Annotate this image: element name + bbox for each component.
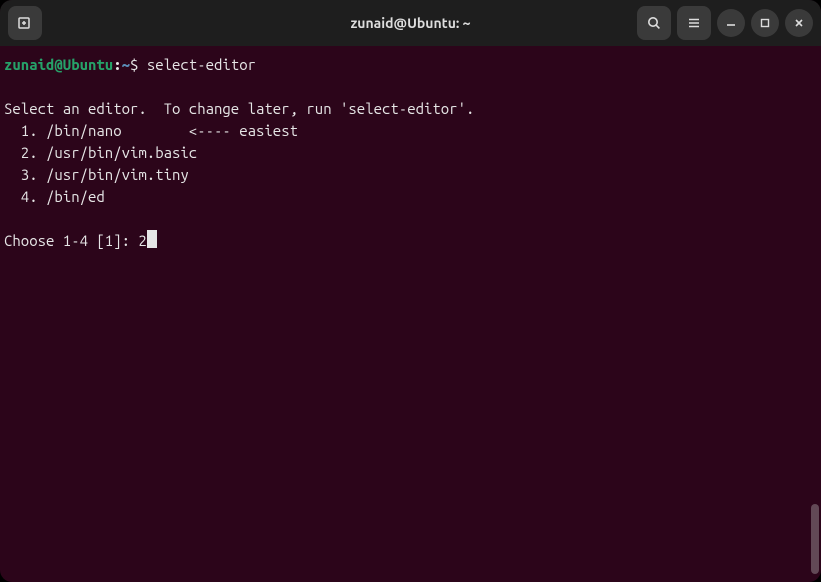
menu-button[interactable] <box>677 6 711 40</box>
terminal-window: zunaid@Ubuntu: ~ <box>0 0 821 582</box>
editor-option-2: 2. /usr/bin/vim.basic <box>4 144 197 161</box>
scrollbar[interactable] <box>811 504 819 574</box>
editor-option-3: 3. /usr/bin/vim.tiny <box>4 166 189 183</box>
user-input: 2 <box>138 232 146 249</box>
prompt-user-host: zunaid@Ubuntu <box>4 56 113 73</box>
prompt-dollar: $ <box>130 56 138 73</box>
choose-prompt: Choose 1-4 [1]: <box>4 232 138 249</box>
search-button[interactable] <box>637 6 671 40</box>
prompt-colon: : <box>113 56 121 73</box>
command-text: select-editor <box>147 56 256 73</box>
new-tab-button[interactable] <box>8 6 42 40</box>
editor-option-4: 4. /bin/ed <box>4 188 105 205</box>
window-title: zunaid@Ubuntu: ~ <box>350 15 470 31</box>
close-button[interactable] <box>785 9 813 37</box>
terminal-body[interactable]: zunaid@Ubuntu:~$ select-editor Select an… <box>0 46 821 582</box>
cursor-icon <box>147 230 157 248</box>
prompt-path: ~ <box>122 56 130 73</box>
maximize-button[interactable] <box>751 9 779 37</box>
minimize-button[interactable] <box>717 9 745 37</box>
output-intro: Select an editor. To change later, run '… <box>4 100 474 117</box>
editor-option-1: 1. /bin/nano <---- easiest <box>4 122 298 139</box>
titlebar: zunaid@Ubuntu: ~ <box>0 0 821 46</box>
